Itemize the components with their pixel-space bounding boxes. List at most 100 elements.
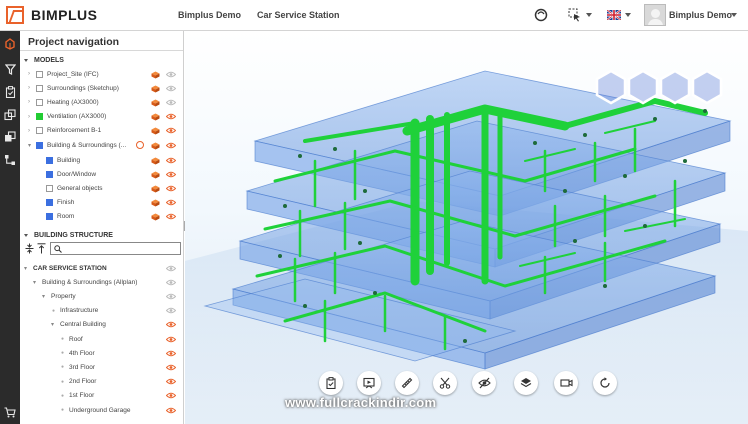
- model-cube-icon[interactable]: [151, 157, 160, 164]
- layer-row[interactable]: Room: [20, 210, 183, 224]
- layers-icon[interactable]: [2, 107, 18, 123]
- chevron-down-icon[interactable]: [24, 59, 28, 62]
- bimplus-logo-icon[interactable]: [6, 6, 24, 24]
- chevron-down-icon[interactable]: ▾: [33, 279, 36, 286]
- eye-icon[interactable]: [165, 127, 177, 134]
- model-cube-icon[interactable]: [151, 127, 160, 135]
- model-row[interactable]: › Surroundings (Sketchup): [20, 81, 183, 95]
- structure-row[interactable]: ● Infrastructure: [20, 304, 183, 318]
- expand-all-icon[interactable]: [36, 242, 46, 255]
- model-cube-icon[interactable]: [151, 199, 160, 207]
- visibility-checkbox[interactable]: [36, 98, 43, 106]
- visibility-checkbox[interactable]: [46, 199, 53, 207]
- eye-icon[interactable]: [165, 99, 177, 106]
- model-cube-icon[interactable]: [151, 99, 160, 107]
- eye-icon[interactable]: [165, 265, 177, 272]
- eye-icon[interactable]: [165, 307, 177, 314]
- support-icon[interactable]: [532, 6, 550, 24]
- layer-row[interactable]: Building: [20, 153, 183, 167]
- chevron-down-icon[interactable]: ▾: [42, 293, 45, 300]
- visibility-checkbox[interactable]: [36, 84, 43, 92]
- hide-icon[interactable]: [472, 371, 496, 395]
- structure-row[interactable]: ▾ Property: [20, 289, 183, 303]
- eye-icon[interactable]: [165, 171, 177, 178]
- visibility-checkbox[interactable]: [46, 213, 53, 221]
- visibility-checkbox[interactable]: [36, 113, 43, 121]
- eye-icon[interactable]: [165, 293, 177, 300]
- structure-row[interactable]: ● 2nd Floor: [20, 375, 183, 389]
- refresh-icon[interactable]: [593, 371, 617, 395]
- sync-icon[interactable]: [136, 141, 144, 149]
- model-cube-icon[interactable]: [151, 213, 160, 221]
- chevron-down-icon[interactable]: [625, 13, 631, 17]
- eye-icon[interactable]: [165, 364, 177, 371]
- structure-row[interactable]: ▾ Building & Surroundings (Allplan): [20, 275, 183, 289]
- layer-row[interactable]: General objects: [20, 181, 183, 195]
- model-cube-icon[interactable]: [151, 142, 160, 149]
- chevron-right-icon[interactable]: ›: [28, 85, 30, 91]
- clipboard-check-icon[interactable]: [319, 371, 343, 395]
- model-row[interactable]: ▾ Building & Surroundings (...: [20, 138, 183, 152]
- compare-icon[interactable]: [2, 129, 18, 145]
- cursor-select-icon[interactable]: [566, 6, 584, 24]
- model-cube-icon[interactable]: [151, 71, 160, 78]
- layer-row[interactable]: Finish: [20, 196, 183, 210]
- structure-row[interactable]: ▾ CAR SERVICE STATION: [20, 261, 183, 275]
- chevron-down-icon[interactable]: ▾: [51, 321, 54, 328]
- camera-icon[interactable]: [554, 371, 578, 395]
- visibility-checkbox[interactable]: [46, 184, 53, 192]
- project-tree-icon[interactable]: [2, 36, 18, 52]
- chevron-down-icon[interactable]: [731, 13, 737, 17]
- visibility-checkbox[interactable]: [36, 141, 43, 149]
- avatar[interactable]: [644, 4, 666, 26]
- hierarchy-icon[interactable]: [2, 152, 18, 168]
- structure-search-input[interactable]: [50, 242, 181, 255]
- model-cube-icon[interactable]: [151, 85, 160, 93]
- scissors-icon[interactable]: [433, 371, 457, 395]
- model-row[interactable]: › Project_Site (IFC): [20, 67, 183, 81]
- building-structure-header[interactable]: BUILDING STRUCTURE: [24, 232, 113, 239]
- eye-icon[interactable]: [165, 392, 177, 399]
- visibility-checkbox[interactable]: [46, 156, 53, 164]
- model-row[interactable]: › Ventilation (AX3000): [20, 110, 183, 124]
- eye-icon[interactable]: [165, 378, 177, 385]
- structure-row[interactable]: ● Roof: [20, 332, 183, 346]
- model-cube-icon[interactable]: [151, 113, 160, 121]
- layers-icon[interactable]: [514, 371, 538, 395]
- structure-row[interactable]: ● Underground Garage: [20, 403, 183, 417]
- brand-name[interactable]: BIMPLUS: [31, 7, 98, 23]
- eye-icon[interactable]: [165, 336, 177, 343]
- clipboard-icon[interactable]: [2, 84, 18, 100]
- visibility-checkbox[interactable]: [46, 170, 53, 178]
- measure-icon[interactable]: [395, 371, 419, 395]
- visibility-checkbox[interactable]: [36, 70, 43, 78]
- filter-icon[interactable]: [2, 61, 18, 77]
- model-cube-icon[interactable]: [151, 171, 160, 179]
- layer-row[interactable]: Door/Window: [20, 167, 183, 181]
- chevron-right-icon[interactable]: ›: [28, 114, 30, 120]
- collapse-all-icon[interactable]: [24, 242, 34, 255]
- eye-icon[interactable]: [165, 113, 177, 120]
- eye-icon[interactable]: [165, 199, 177, 206]
- uk-flag-icon[interactable]: [605, 6, 623, 24]
- chevron-right-icon[interactable]: ›: [28, 71, 30, 77]
- user-name[interactable]: Bimplus Demo: [669, 10, 732, 20]
- eye-icon[interactable]: [165, 142, 177, 149]
- chevron-down-icon[interactable]: [24, 234, 28, 237]
- eye-icon[interactable]: [165, 185, 177, 192]
- model-cube-icon[interactable]: [151, 185, 160, 193]
- presentation-icon[interactable]: [357, 371, 381, 395]
- eye-icon[interactable]: [165, 407, 177, 414]
- eye-icon[interactable]: [165, 213, 177, 220]
- structure-row[interactable]: ● 4th Floor: [20, 346, 183, 360]
- models-section-header[interactable]: MODELS: [24, 57, 64, 64]
- model-row[interactable]: › Reinforcement B-1: [20, 124, 183, 138]
- model-row[interactable]: › Heating (AX3000): [20, 95, 183, 109]
- eye-icon[interactable]: [165, 279, 177, 286]
- nav-link-car-service-station[interactable]: Car Service Station: [257, 10, 340, 20]
- chevron-down-icon[interactable]: ▾: [28, 142, 31, 149]
- chevron-down-icon[interactable]: [586, 13, 592, 17]
- cart-icon[interactable]: [2, 404, 18, 420]
- eye-icon[interactable]: [165, 85, 177, 92]
- nav-link-bimplus-demo[interactable]: Bimplus Demo: [178, 10, 241, 20]
